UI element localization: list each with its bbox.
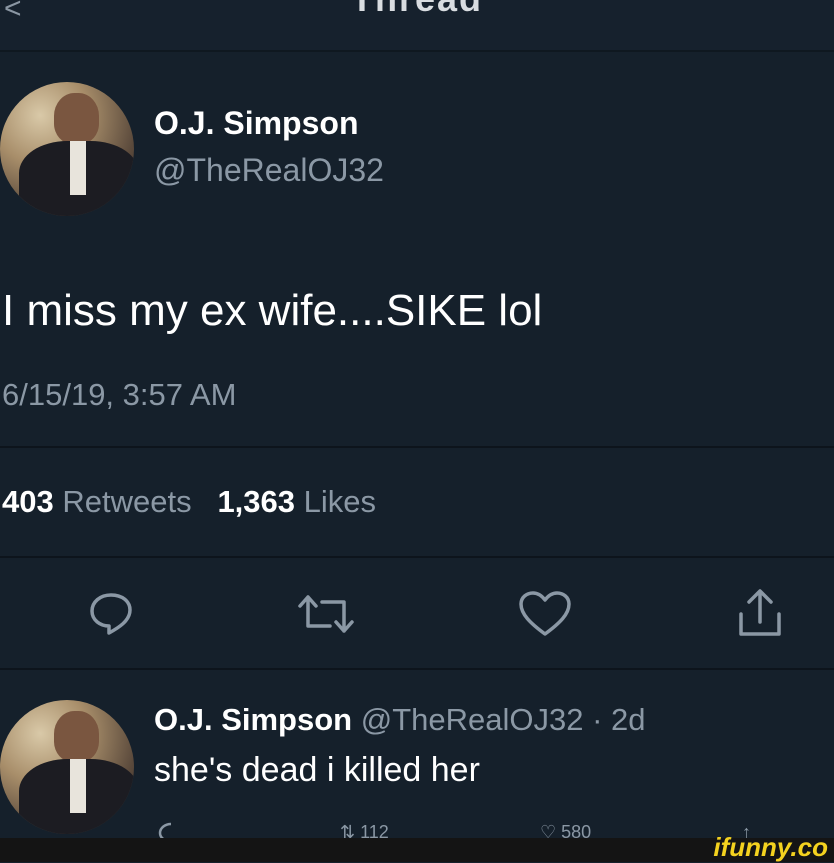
reply-header: O.J. Simpson @TheRealOJ32 · 2d: [154, 702, 646, 738]
tweet-text: I miss my ex wife....SIKE lol: [2, 286, 543, 335]
heart-icon[interactable]: [518, 590, 572, 638]
tweet-timestamp: 6/15/19, 3:57 AM: [2, 377, 237, 412]
retweet-icon[interactable]: [296, 592, 356, 636]
avatar[interactable]: [0, 82, 134, 216]
page-title: Thread: [0, 0, 834, 20]
divider: [0, 556, 834, 558]
author-handle[interactable]: @TheRealOJ32: [154, 152, 384, 189]
reply-author-name[interactable]: O.J. Simpson: [154, 702, 352, 737]
tweet-stats: 403 Retweets 1,363 Likes: [2, 484, 376, 520]
top-bar: < Thread: [0, 0, 834, 52]
reply-icon[interactable]: [88, 590, 134, 636]
likes-count[interactable]: 1,363: [217, 484, 295, 519]
watermark-bar: ifunny.co: [0, 832, 834, 862]
share-icon[interactable]: [736, 588, 784, 638]
retweets-label[interactable]: Retweets: [62, 484, 191, 519]
reply-meta: @TheRealOJ32 · 2d: [360, 702, 646, 737]
avatar[interactable]: [0, 700, 134, 834]
likes-label[interactable]: Likes: [304, 484, 376, 519]
reply-text: she's dead i killed her: [154, 751, 480, 789]
divider: [0, 668, 834, 670]
watermark-logo: ifunny.co: [713, 832, 828, 862]
divider: [0, 446, 834, 448]
author-name[interactable]: O.J. Simpson: [154, 105, 358, 142]
retweets-count[interactable]: 403: [2, 484, 54, 519]
